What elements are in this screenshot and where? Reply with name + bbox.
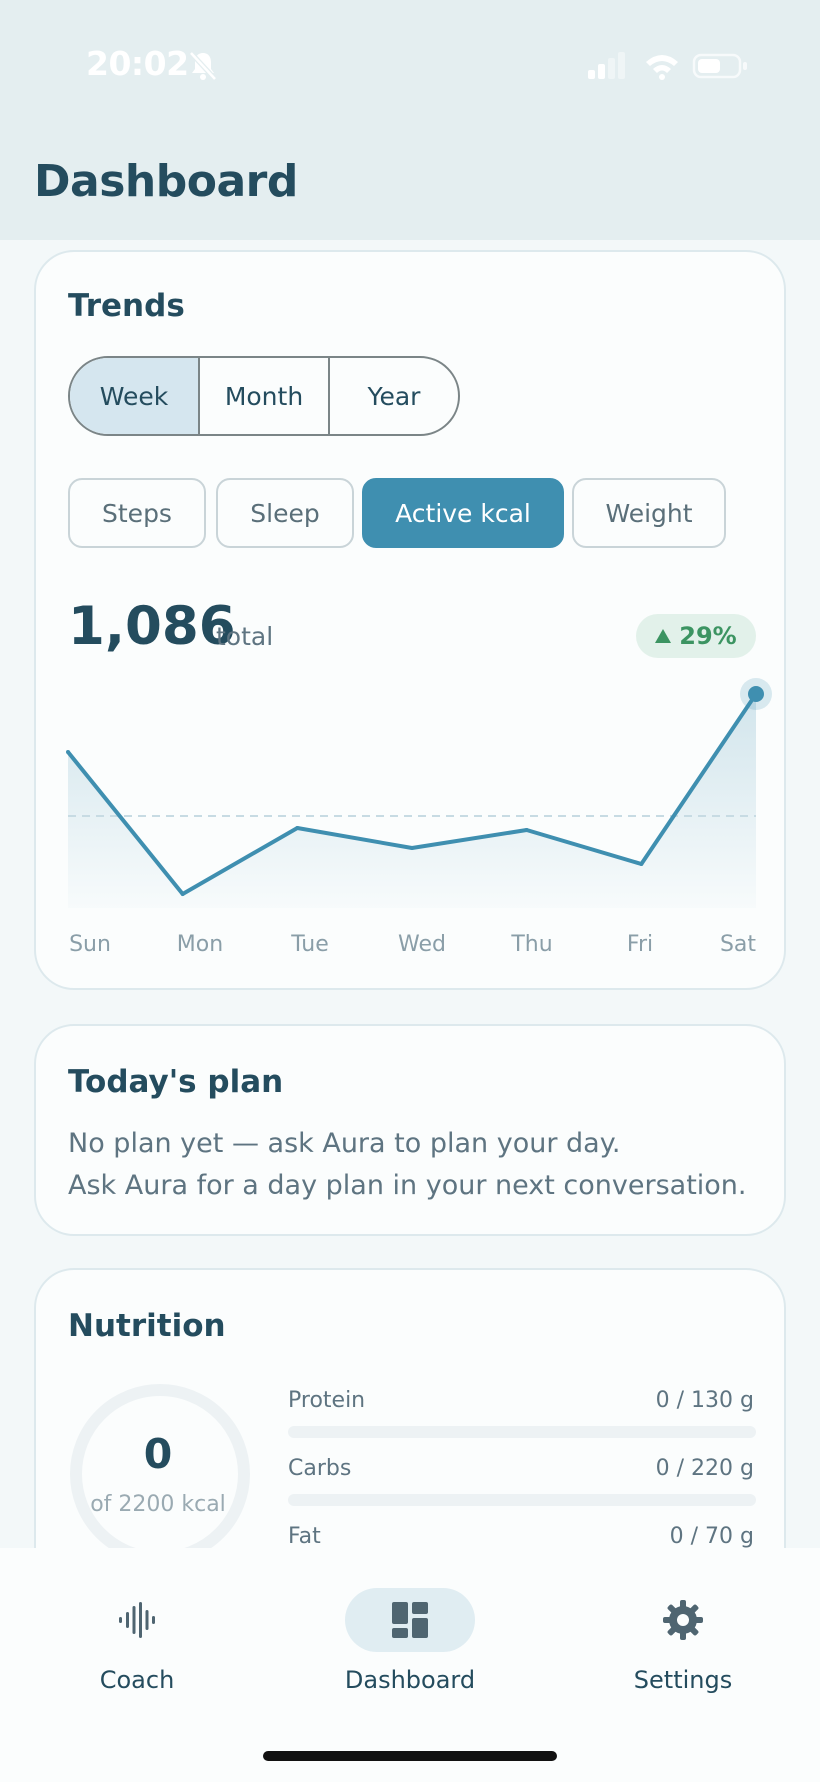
home-indicator	[263, 1751, 557, 1761]
plan-title: Today's plan	[68, 1064, 284, 1100]
cellular-signal-icon	[588, 52, 625, 79]
fat-value: 0 / 70 g	[669, 1524, 754, 1549]
chart-point-tue	[295, 826, 300, 830]
trends-card: Trends Week Month Year Steps Sleep Activ…	[34, 250, 786, 990]
calories-value: 0	[143, 1430, 173, 1478]
chart-highlight-point	[748, 686, 764, 702]
x-axis-label-fri: Fri	[626, 932, 654, 957]
tab-settings-label: Settings	[633, 1666, 733, 1694]
bell-muted-icon	[189, 51, 217, 81]
waveform-icon	[119, 1602, 155, 1638]
tab-settings[interactable]: Settings	[583, 1588, 783, 1708]
calories-goal: of 2200 kcal	[90, 1492, 226, 1517]
fat-label: Fat	[288, 1524, 321, 1549]
trend-chart	[66, 678, 772, 908]
tab-dashboard[interactable]: Dashboard	[310, 1588, 510, 1708]
page-title: Dashboard	[34, 156, 298, 207]
tab-coach[interactable]: Coach	[37, 1588, 237, 1708]
chart-point-thu	[524, 828, 529, 832]
x-axis-label-mon: Mon	[176, 932, 224, 957]
chart-point-fri	[639, 862, 644, 866]
x-axis-label-tue: Tue	[291, 932, 329, 957]
chart-area-fill	[68, 694, 756, 908]
carbs-label: Carbs	[288, 1456, 352, 1481]
wifi-icon	[646, 55, 678, 80]
battery-icon	[692, 53, 747, 79]
chart-point-sun	[66, 750, 70, 754]
plan-card: Today's plan No plan yet — ask Aura to p…	[34, 1024, 786, 1236]
nutrition-title: Nutrition	[68, 1308, 226, 1344]
x-axis-label-sun: Sun	[69, 932, 111, 957]
carbs-progress-bar	[288, 1494, 756, 1506]
protein-value: 0 / 130 g	[655, 1388, 754, 1413]
tab-dashboard-label: Dashboard	[344, 1666, 476, 1694]
plan-empty-message: No plan yet — ask Aura to plan your day.	[68, 1128, 621, 1159]
protein-progress-bar	[288, 1426, 756, 1438]
chart-point-mon	[180, 892, 185, 896]
status-time: 20:02	[86, 44, 189, 83]
x-axis-label-thu: Thu	[511, 932, 553, 957]
tab-coach-label: Coach	[99, 1666, 175, 1694]
gear-icon	[663, 1600, 703, 1640]
carbs-value: 0 / 220 g	[655, 1456, 754, 1481]
header: 20:02 Dashboard	[0, 0, 820, 240]
protein-label: Protein	[288, 1388, 366, 1413]
dashboard-grid-icon	[392, 1602, 428, 1638]
x-axis-label-wed: Wed	[398, 932, 446, 957]
chart-point-wed	[410, 846, 414, 850]
tab-bar: Coach Dashboard Settings	[0, 1548, 820, 1782]
plan-hint: Ask Aura for a day plan in your next con…	[68, 1170, 747, 1201]
x-axis-label-sat: Sat	[719, 932, 757, 957]
